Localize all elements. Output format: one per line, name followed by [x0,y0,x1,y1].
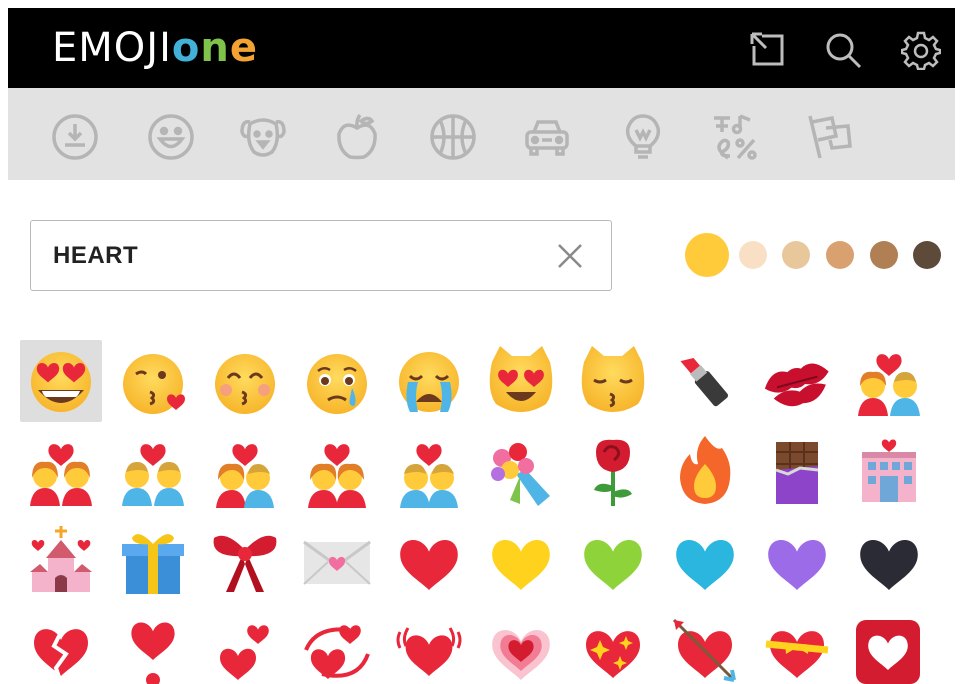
dog-icon[interactable] [238,112,288,162]
emoji-sparkling-heart[interactable] [572,610,654,684]
emojione-logo: EMOJIone [52,25,258,71]
emoji-heart-with-ribbon[interactable] [756,610,838,684]
car-icon[interactable] [522,112,572,162]
emoji-broken-heart[interactable] [20,610,102,684]
symbols-icon[interactable] [710,112,760,162]
emoji-bouquet[interactable] [480,430,562,512]
emoji-kiss-woman-woman[interactable] [296,430,378,512]
emoji-green-heart[interactable] [572,520,654,602]
skin-tone-medium-light[interactable] [782,241,810,269]
smiley-icon[interactable] [146,112,196,162]
flags-icon[interactable] [804,112,854,162]
emoji-growing-heart[interactable] [480,610,562,684]
emoji-heart-decoration[interactable] [848,610,930,684]
emoji-rose[interactable] [572,430,654,512]
search-input[interactable]: HEART [30,220,612,291]
skin-tone-yellow[interactable] [685,233,729,277]
emoji-love-letter[interactable] [296,520,378,602]
emoji-couple-with-heart-man-man[interactable] [112,430,194,512]
emoji-loudly-crying-face[interactable] [388,340,470,422]
emoji-heart-exclamation[interactable] [112,610,194,684]
emoji-fire[interactable] [664,430,746,512]
lightbulb-icon[interactable] [618,112,668,162]
popout-icon[interactable] [748,30,788,70]
header: EMOJIone [8,8,955,88]
skin-tone-light[interactable] [739,241,767,269]
emoji-wrapped-gift[interactable] [112,520,194,602]
emoji-couple-with-heart[interactable] [848,340,930,422]
search-value: HEART [53,242,139,269]
emoji-crying-face[interactable] [296,340,378,422]
apple-icon[interactable] [332,112,382,162]
skin-tone-medium-dark[interactable] [870,241,898,269]
emoji-lipstick[interactable] [664,340,746,422]
basketball-icon[interactable] [428,112,478,162]
gear-icon[interactable] [901,30,941,70]
emoji-love-hotel[interactable] [848,430,930,512]
emoji-chocolate-bar[interactable] [756,430,838,512]
emoji-picker: EMOJIone HEART [0,0,963,684]
emoji-wedding-chapel[interactable] [20,520,102,602]
clear-x-icon[interactable] [555,241,585,271]
emoji-beating-heart[interactable] [388,610,470,684]
emoji-ribbon[interactable] [204,520,286,602]
search-icon[interactable] [823,30,863,70]
emoji-kissing-cat[interactable] [572,340,654,422]
emoji-revolving-hearts[interactable] [296,610,378,684]
emoji-blue-heart[interactable] [664,520,746,602]
category-bar [8,88,955,180]
emoji-red-heart[interactable] [388,520,470,602]
emoji-couple-with-heart-woman-woman[interactable] [20,430,102,512]
emoji-two-hearts[interactable] [204,610,286,684]
emoji-kiss-mark[interactable] [756,340,838,422]
skin-tone-dark[interactable] [913,241,941,269]
emoji-purple-heart[interactable] [756,520,838,602]
emoji-heart-eyes-cat[interactable] [480,340,562,422]
emoji-kissing-smiling-eyes-face[interactable] [204,340,286,422]
emoji-kissing-heart-face[interactable] [112,340,194,422]
skin-tone-medium[interactable] [826,241,854,269]
recent-clock-icon[interactable] [50,112,100,162]
emoji-black-heart[interactable] [848,520,930,602]
emoji-heart-with-arrow[interactable] [664,610,746,684]
emoji-kiss-couple[interactable] [204,430,286,512]
emoji-kiss-man-man[interactable] [388,430,470,512]
emoji-yellow-heart[interactable] [480,520,562,602]
emoji-heart-eyes-face[interactable] [20,340,102,422]
